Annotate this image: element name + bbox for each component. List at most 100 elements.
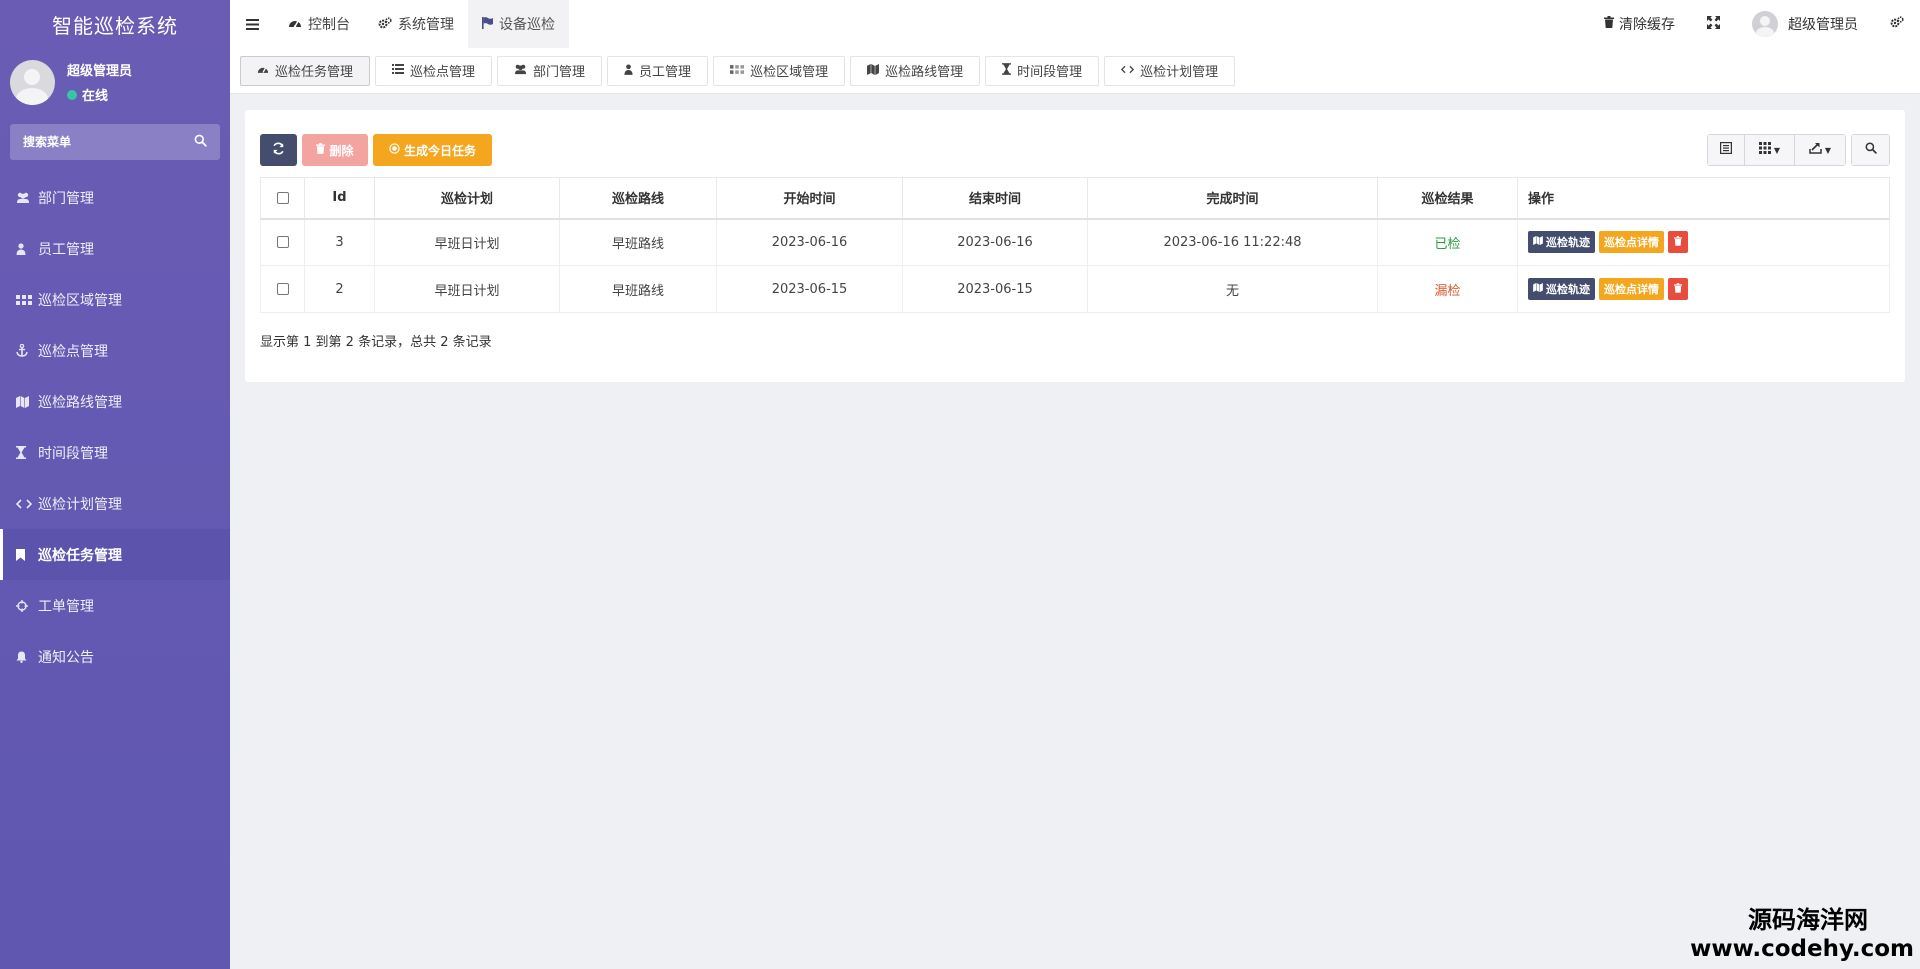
column-header: 操作 (1517, 177, 1890, 220)
expand-icon (1707, 15, 1720, 33)
sidebar-item-label: 通知公告 (38, 649, 94, 666)
column-header[interactable]: Id (304, 177, 375, 220)
sidebar-item-employee[interactable]: 员工管理 (0, 223, 230, 274)
track-button[interactable]: 巡检轨迹 (1528, 278, 1595, 300)
search-icon (1865, 142, 1877, 158)
cell-plan: 早班日计划 (374, 265, 560, 313)
columns-dropdown-button[interactable]: ▼ (1745, 135, 1795, 165)
sidebar-item-notice[interactable]: 通知公告 (0, 631, 230, 682)
header-user-name: 超级管理员 (1788, 17, 1858, 33)
watermark-site-name: 源码海洋网 (1748, 906, 1868, 934)
cell-id: 3 (304, 218, 375, 266)
tab-timeslot[interactable]: 时间段管理 (985, 55, 1100, 86)
avatar (1752, 11, 1778, 37)
export-icon (1809, 142, 1822, 158)
cell-finish: 无 (1087, 265, 1378, 313)
select-all-checkbox[interactable] (276, 191, 289, 204)
track-button[interactable]: 巡检轨迹 (1528, 231, 1595, 254)
sidebar-item-route[interactable]: 巡检路线管理 (0, 376, 230, 427)
sidebar-item-label: 巡检任务管理 (38, 547, 122, 564)
cell-start: 2023-06-15 (716, 265, 903, 313)
sidebar-item-timeslot[interactable]: 时间段管理 (0, 427, 230, 478)
sidebar-item-point[interactable]: 巡检点管理 (0, 325, 230, 376)
top-nav-system[interactable]: 系统管理 (364, 0, 468, 48)
settings-button[interactable] (1874, 16, 1908, 32)
sidebar-item-department[interactable]: 部门管理 (0, 172, 230, 223)
cell-finish: 2023-06-16 11:22:48 (1087, 218, 1378, 266)
grid-icon (16, 294, 38, 305)
top-nav-label: 设备巡检 (499, 17, 555, 33)
select-all-cell (260, 177, 305, 220)
menu-toggle-icon[interactable] (230, 0, 274, 48)
brand-title[interactable]: 智能巡检系统 (0, 0, 230, 48)
delete-button[interactable]: 删除 (302, 134, 368, 166)
view-tools: ▼ ▼ (1707, 134, 1846, 166)
row-delete-button[interactable] (1668, 231, 1688, 254)
tab-task[interactable]: 巡检任务管理 (240, 55, 371, 86)
sidebar-item-task[interactable]: 巡检任务管理 (0, 529, 230, 580)
grid-icon (730, 64, 745, 77)
table-row: 2 早班日计划 早班路线 2023-06-15 2023-06-15 无 漏检 … (260, 265, 1890, 313)
cell-route: 早班路线 (559, 265, 717, 313)
tab-point[interactable]: 巡检点管理 (375, 55, 493, 86)
sidebar-item-label: 巡检计划管理 (38, 496, 122, 513)
row-delete-button[interactable] (1668, 278, 1688, 300)
search-icon[interactable] (194, 134, 207, 151)
generate-label: 生成今日任务 (403, 143, 476, 158)
column-header[interactable]: 开始时间 (716, 177, 903, 220)
column-header[interactable]: 巡检路线 (559, 177, 717, 220)
user-status: 在线 (67, 85, 132, 104)
column-header[interactable]: 巡检结果 (1377, 177, 1518, 220)
generate-today-task-button[interactable]: 生成今日任务 (373, 134, 492, 166)
trash-icon (316, 143, 326, 157)
refresh-button[interactable] (260, 134, 297, 166)
cell-result: 漏检 (1377, 265, 1518, 313)
cell-actions: 巡检轨迹 巡检点详情 (1517, 218, 1890, 266)
menu-search-input[interactable] (23, 135, 173, 149)
tab-label: 巡检点管理 (410, 65, 476, 80)
row-checkbox[interactable] (276, 236, 289, 249)
clear-cache-button[interactable]: 清除缓存 (1588, 14, 1691, 34)
map-icon (1533, 236, 1543, 248)
fullscreen-button[interactable] (1691, 15, 1736, 33)
table-tools: ▼ ▼ (1702, 134, 1890, 166)
cogs-icon (1890, 16, 1904, 32)
tab-department[interactable]: 部门管理 (497, 55, 603, 86)
sidebar-item-plan[interactable]: 巡检计划管理 (0, 478, 230, 529)
point-detail-label: 巡检点详情 (1604, 236, 1659, 250)
tab-label: 巡检路线管理 (885, 65, 964, 80)
top-nav-inspection[interactable]: 设备巡检 (468, 0, 569, 48)
tab-area[interactable]: 巡检区域管理 (713, 55, 846, 86)
cogs-icon (378, 16, 392, 32)
search-tools (1851, 134, 1890, 166)
sidebar-item-area[interactable]: 巡检区域管理 (0, 274, 230, 325)
user-menu[interactable]: 超级管理员 (1736, 11, 1874, 37)
tab-label: 时间段管理 (1017, 65, 1083, 80)
flag-icon (482, 16, 493, 32)
tab-route[interactable]: 巡检路线管理 (850, 55, 981, 86)
column-header[interactable]: 巡检计划 (374, 177, 560, 220)
export-dropdown-button[interactable]: ▼ (1795, 135, 1845, 165)
sidebar-item-workorder[interactable]: 工单管理 (0, 580, 230, 631)
top-nav-dashboard[interactable]: 控制台 (274, 0, 364, 48)
column-header[interactable]: 结束时间 (902, 177, 1088, 220)
user-icon (624, 63, 633, 78)
column-header[interactable]: 完成时间 (1087, 177, 1378, 220)
tab-plan[interactable]: 巡检计划管理 (1104, 55, 1236, 86)
tab-label: 巡检区域管理 (750, 65, 829, 80)
point-detail-button[interactable]: 巡检点详情 (1599, 231, 1664, 254)
table-search-button[interactable] (1852, 135, 1889, 165)
cell-result: 已检 (1377, 218, 1518, 266)
user-status-label: 在线 (82, 89, 109, 104)
bell-icon (16, 651, 38, 663)
header-right: 清除缓存 超级管理员 (1588, 0, 1920, 48)
cell-start: 2023-06-16 (716, 218, 903, 266)
tab-employee[interactable]: 员工管理 (607, 55, 709, 86)
watermark: 源码海洋网 www.codehy.com (1690, 905, 1914, 963)
toggle-view-button[interactable] (1708, 135, 1745, 165)
crosshair-icon (16, 599, 38, 612)
point-detail-button[interactable]: 巡检点详情 (1599, 278, 1664, 300)
cell-end: 2023-06-16 (902, 218, 1088, 266)
row-checkbox[interactable] (276, 283, 289, 295)
target-icon (389, 143, 400, 157)
